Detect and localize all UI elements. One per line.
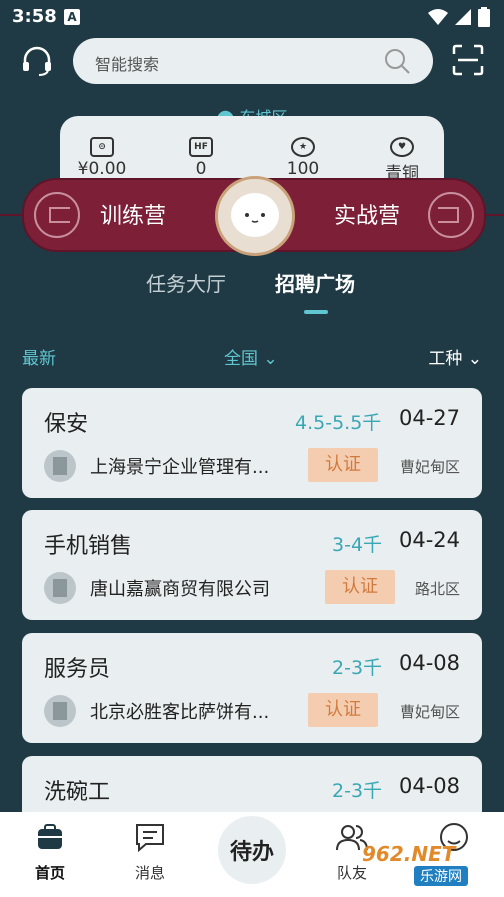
chevron-down-icon: ⌄ (467, 349, 482, 369)
job-date: 04-08 (398, 651, 460, 675)
company-logo-icon (44, 572, 76, 604)
status-time: 3:58 (12, 6, 57, 27)
battery-icon (478, 7, 490, 27)
watermark-sub: 乐游网 (414, 866, 468, 886)
combat-camp-button[interactable]: 实战营 (334, 198, 400, 230)
active-tab-indicator (304, 310, 328, 314)
filter-type-label: 工种 (428, 349, 463, 369)
training-camp-button[interactable]: 训练营 (100, 198, 166, 230)
notification-icon: A (64, 9, 80, 25)
job-date: 04-24 (398, 528, 460, 552)
job-date: 04-27 (398, 406, 460, 430)
scan-icon[interactable] (452, 44, 484, 76)
stat-hf-value: 0 (195, 159, 207, 179)
job-card[interactable]: 洗碗工 2-3千 04-08 (22, 756, 482, 816)
status-icons (428, 7, 490, 27)
nav-todo[interactable]: 待办 (218, 816, 286, 884)
stat-balance[interactable]: ⊝ ¥0.00 (62, 134, 142, 179)
job-salary: 2-3千 (332, 657, 383, 679)
star-icon: ★ (291, 137, 315, 157)
company-logo-icon (44, 695, 76, 727)
job-district: 路北区 (414, 580, 460, 598)
watermark-brand: 962.NET (362, 842, 456, 866)
filter-latest[interactable]: 最新 (22, 344, 56, 369)
job-salary: 2-3千 (332, 780, 383, 802)
signal-icon (455, 9, 471, 25)
tab-task-hall[interactable]: 任务大厅 (146, 268, 226, 297)
wallet-icon: ⊝ (90, 137, 114, 157)
job-title: 手机销售 (44, 534, 133, 559)
job-card[interactable]: 手机销售 3-4千 04-24 唐山嘉赢商贸有限公司 认证 路北区 (22, 510, 482, 620)
company-logo-icon (44, 450, 76, 482)
company-name: 唐山嘉赢商贸有限公司 (90, 579, 270, 600)
wifi-icon (428, 9, 448, 25)
job-salary: 4.5-5.5千 (295, 412, 382, 434)
filter-region[interactable]: 全国 ⌄ (224, 344, 278, 369)
stat-points-value: 100 (286, 159, 320, 179)
verified-badge: 认证 (308, 693, 378, 727)
nav-messages-label: 消息 (134, 864, 165, 882)
stat-points[interactable]: ★ 100 (263, 134, 343, 179)
watermark-logo: 962.NET 乐游网 (362, 842, 502, 892)
job-title: 洗碗工 (44, 780, 111, 805)
chevron-down-icon: ⌄ (263, 349, 278, 369)
search-placeholder: 智能搜索 (95, 55, 160, 74)
company-name: 上海景宁企业管理有... (90, 457, 270, 478)
ornament-left-icon (34, 192, 80, 238)
job-district: 曹妃甸区 (399, 703, 460, 721)
hf-icon: HF (189, 137, 213, 157)
job-card[interactable]: 服务员 2-3千 04-08 北京必胜客比萨饼有... 认证 曹妃甸区 (22, 633, 482, 743)
job-district: 曹妃甸区 (399, 458, 460, 476)
nav-messages[interactable]: 消息 (118, 822, 182, 883)
job-salary: 3-4千 (332, 534, 383, 556)
search-bar[interactable]: 智能搜索 (73, 38, 433, 84)
job-title: 服务员 (44, 657, 111, 682)
briefcase-icon (38, 824, 62, 849)
stat-balance-value: ¥0.00 (77, 159, 127, 179)
filter-type[interactable]: 工种 ⌄ (428, 344, 482, 369)
stat-rank[interactable]: ♥ 青铜 (362, 134, 442, 184)
ornament-right-icon (428, 192, 474, 238)
job-date: 04-08 (398, 774, 460, 798)
job-title: 保安 (44, 412, 89, 437)
message-icon (136, 824, 164, 853)
verified-badge: 认证 (308, 448, 378, 482)
nav-home[interactable]: 首页 (18, 822, 82, 883)
filter-region-label: 全国 (224, 349, 258, 369)
status-bar: 3:58 A (0, 0, 504, 34)
heart-icon: ♥ (390, 137, 414, 157)
verified-badge: 认证 (325, 570, 395, 604)
search-icon[interactable] (383, 47, 411, 75)
mascot-face-icon (231, 193, 279, 237)
tab-recruitment[interactable]: 招聘广场 (275, 268, 355, 297)
headset-icon[interactable] (20, 44, 54, 78)
company-name: 北京必胜客比萨饼有... (90, 702, 270, 723)
filter-row: 最新 全国 ⌄ 工种 ⌄ (0, 344, 504, 369)
tab-bar: 任务大厅 招聘广场 (0, 268, 504, 318)
job-card[interactable]: 保安 4.5-5.5千 04-27 上海景宁企业管理有... 认证 曹妃甸区 (22, 388, 482, 498)
nav-home-label: 首页 (34, 864, 65, 882)
nav-todo-label: 待办 (229, 840, 274, 865)
stat-hf[interactable]: HF 0 (161, 134, 241, 179)
top-row: 智能搜索 (0, 34, 504, 86)
mascot-avatar[interactable] (215, 176, 295, 256)
